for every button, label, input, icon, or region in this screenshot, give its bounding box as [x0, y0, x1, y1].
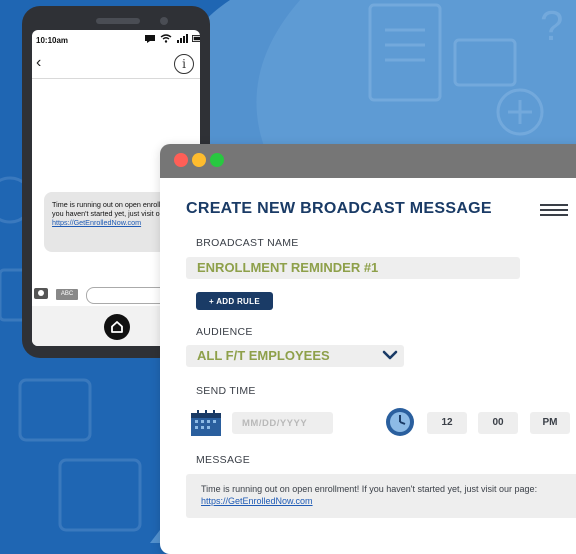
phone-speaker	[96, 18, 140, 24]
clock-icon[interactable]	[385, 407, 415, 437]
message-text: Time is running out on open enrollment! …	[201, 484, 538, 494]
close-window-button[interactable]	[174, 153, 188, 167]
svg-text:?: ?	[540, 2, 563, 49]
window-titlebar	[160, 144, 576, 178]
add-rule-button[interactable]: + ADD RULE	[196, 292, 273, 310]
minute-field[interactable]: 00	[478, 412, 518, 434]
message-label: MESSAGE	[196, 454, 251, 466]
minimize-window-button[interactable]	[192, 153, 206, 167]
broadcast-name-label: BROADCAST NAME	[196, 237, 299, 249]
signal-icon	[177, 34, 188, 43]
chevron-down-icon[interactable]	[382, 349, 398, 361]
audience-select[interactable]: ALL F/T EMPLOYEES	[186, 345, 404, 367]
message-textarea[interactable]: Time is running out on open enrollment! …	[186, 474, 576, 518]
message-icon	[145, 35, 155, 43]
wifi-icon	[160, 34, 172, 43]
hamburger-menu-icon[interactable]	[540, 204, 568, 218]
status-icons	[144, 34, 200, 43]
broadcast-window: CREATE NEW BROADCAST MESSAGE BROADCAST N…	[160, 144, 576, 554]
audience-value: ALL F/T EMPLOYEES	[197, 348, 330, 363]
ampm-field[interactable]: PM	[530, 412, 570, 434]
sms-link[interactable]: https://GetEnrolledNow.com	[52, 218, 141, 227]
phone-camera	[160, 17, 168, 25]
maximize-window-button[interactable]	[210, 153, 224, 167]
date-input[interactable]	[232, 412, 333, 434]
hour-field[interactable]: 12	[427, 412, 467, 434]
phone-nav-row: ‹ i	[32, 52, 200, 79]
calendar-icon[interactable]	[190, 409, 222, 437]
info-icon[interactable]: i	[174, 54, 194, 74]
chevron-left-icon[interactable]: ‹	[36, 54, 41, 72]
broadcast-name-field[interactable]: ENROLLMENT REMINDER #1	[186, 257, 520, 279]
keyboard-abc-icon[interactable]: ABC	[56, 289, 78, 300]
page-title: CREATE NEW BROADCAST MESSAGE	[186, 200, 492, 217]
battery-icon	[192, 35, 200, 42]
send-time-label: SEND TIME	[196, 385, 256, 397]
camera-icon[interactable]	[34, 288, 48, 299]
status-bar: 10:10am	[32, 30, 200, 52]
audience-label: AUDIENCE	[196, 326, 253, 338]
message-link[interactable]: https://GetEnrolledNow.com	[201, 496, 313, 506]
home-icon	[111, 321, 123, 333]
status-time: 10:10am	[36, 36, 69, 45]
home-button[interactable]	[104, 314, 130, 340]
